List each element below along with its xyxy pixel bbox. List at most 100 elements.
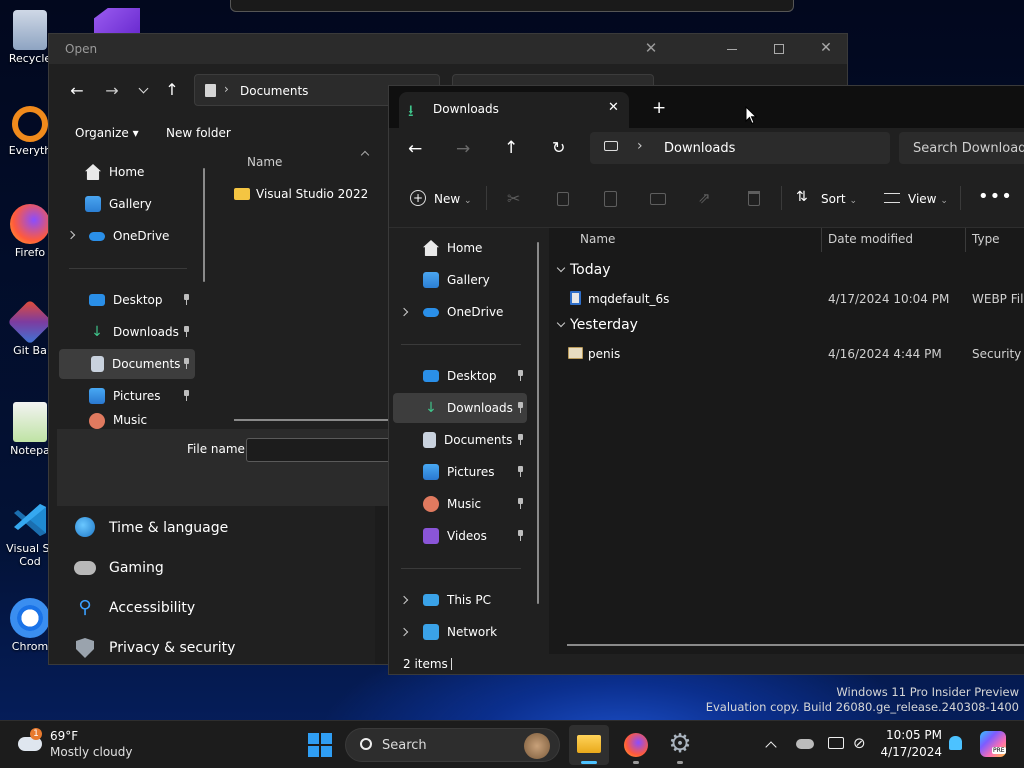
onedrive-offline-icon[interactable]: [796, 739, 814, 749]
settings-item-accessibility[interactable]: Accessibility: [109, 600, 195, 616]
settings-item-gaming[interactable]: Gaming: [109, 560, 164, 576]
file-date: 4/16/2024 4:44 PM: [828, 347, 942, 361]
file-name-input[interactable]: [246, 438, 396, 462]
gamepad-icon: [74, 561, 96, 575]
nav-onedrive[interactable]: OneDrive: [423, 297, 543, 327]
sort-button[interactable]: Sort ⌄: [821, 192, 857, 206]
dialog-nav-desktop[interactable]: Desktop: [89, 285, 193, 315]
paste-icon[interactable]: [604, 191, 617, 207]
settings-item-time-language[interactable]: Time & language: [109, 520, 228, 536]
column-header-name[interactable]: Name: [580, 232, 615, 246]
copy-icon[interactable]: [557, 192, 569, 206]
notification-bell-icon[interactable]: [949, 736, 962, 750]
column-divider: [821, 228, 822, 252]
nav-gallery[interactable]: Gallery: [423, 265, 543, 295]
settings-item-privacy-security[interactable]: Privacy & security: [109, 640, 235, 656]
horizontal-scrollbar[interactable]: [567, 644, 1024, 646]
recycle-bin-icon: [13, 10, 47, 50]
new-folder-button[interactable]: New folder: [166, 126, 231, 140]
new-button[interactable]: New ⌄: [434, 192, 472, 206]
file-row-visual-studio[interactable]: Visual Studio 2022: [234, 184, 368, 204]
close-button[interactable]: ✕: [643, 39, 659, 57]
nav-music[interactable]: Music: [423, 489, 527, 519]
recent-chevron-icon[interactable]: [138, 83, 149, 94]
search-input[interactable]: Search Downloads: [913, 141, 1024, 156]
taskbar-file-explorer[interactable]: [569, 725, 609, 765]
weather-widget[interactable]: 1 69°F Mostly cloudy: [14, 727, 134, 763]
nav-pictures[interactable]: Pictures: [423, 457, 527, 487]
nav-network[interactable]: Network: [423, 617, 543, 647]
tab-downloads[interactable]: ⭳ Downloads ✕: [399, 92, 629, 128]
file-type: WEBP File: [972, 292, 1024, 306]
nav-scrollbar[interactable]: [203, 168, 205, 282]
file-name-label: File name:: [187, 442, 249, 456]
back-arrow-icon[interactable]: ←: [408, 139, 422, 159]
column-header-name[interactable]: Name: [247, 155, 282, 169]
rename-icon[interactable]: [650, 193, 666, 205]
network-disconnected-icon[interactable]: ⊘: [853, 734, 866, 752]
dialog-nav-downloads[interactable]: ↓ Downloads: [89, 317, 193, 347]
start-button[interactable]: [308, 733, 332, 757]
globe-clock-icon: [75, 517, 95, 537]
dialog-nav-gallery[interactable]: Gallery: [85, 189, 195, 219]
toolbar-separator: [486, 186, 487, 210]
minimize-button[interactable]: [727, 49, 737, 50]
expand-chevron-icon[interactable]: [66, 230, 76, 240]
nav-desktop[interactable]: Desktop: [423, 361, 527, 391]
organize-button[interactable]: Organize ▾: [75, 126, 139, 140]
dialog-nav-documents[interactable]: Documents: [59, 349, 195, 379]
git-bash-icon: [7, 299, 53, 345]
view-button[interactable]: View ⌄: [908, 192, 948, 206]
nav-documents[interactable]: Documents: [423, 425, 527, 455]
back-arrow-icon[interactable]: ←: [69, 81, 85, 100]
up-arrow-icon[interactable]: ↑: [164, 80, 180, 99]
breadcrumb-chevron-icon: ›: [637, 138, 643, 154]
nav-home[interactable]: Home: [423, 233, 543, 263]
column-header-date[interactable]: Date modified: [828, 232, 913, 246]
tab-close-icon[interactable]: ✕: [608, 100, 619, 115]
visual-studio-icon[interactable]: [94, 8, 140, 34]
forward-arrow-icon[interactable]: →: [456, 139, 470, 159]
taskbar-settings[interactable]: ⚙: [660, 725, 700, 765]
accessibility-person-icon: ⚲: [78, 596, 92, 618]
clock-time[interactable]: 10:05 PM: [884, 728, 942, 742]
share-icon[interactable]: ⇗: [698, 189, 711, 207]
dialog-nav-onedrive[interactable]: OneDrive: [89, 221, 199, 251]
sort-arrows-icon: ⇅: [796, 189, 808, 205]
clock-date[interactable]: 4/17/2024: [876, 745, 942, 759]
cut-icon[interactable]: ✂: [507, 189, 520, 208]
delete-icon[interactable]: [748, 191, 760, 206]
taskbar-firefox[interactable]: [616, 725, 656, 765]
new-tab-plus-icon[interactable]: +: [652, 98, 666, 118]
pin-icon: [515, 466, 525, 478]
taskbar-search-box[interactable]: Search: [345, 728, 560, 762]
home-icon: [85, 164, 101, 180]
horizontal-scrollbar[interactable]: [234, 419, 394, 421]
file-row[interactable]: mqdefault_6s 4/17/2024 10:04 PM WEBP Fil…: [567, 289, 1024, 309]
dialog-nav-home[interactable]: Home: [85, 157, 195, 187]
toolbar-separator: [960, 186, 961, 210]
search-box[interactable]: Search Downloads: [899, 132, 1024, 164]
maximize-button[interactable]: [774, 44, 784, 54]
show-hidden-icons-chevron-icon[interactable]: [765, 741, 777, 753]
up-arrow-icon[interactable]: ↑: [504, 138, 518, 158]
group-header-today[interactable]: Today: [570, 262, 611, 278]
file-row[interactable]: penis 4/16/2024 4:44 PM Security C: [567, 344, 1024, 364]
refresh-icon[interactable]: ↻: [552, 138, 565, 157]
display-icon[interactable]: [828, 737, 844, 749]
nav-this-pc[interactable]: This PC: [423, 585, 543, 615]
close-window-button[interactable]: ✕: [818, 40, 834, 56]
dialog-nav-music[interactable]: Music: [89, 413, 193, 429]
copilot-button[interactable]: PRE: [980, 731, 1006, 757]
dialog-nav-pictures[interactable]: Pictures: [89, 381, 193, 411]
more-options-icon[interactable]: •••: [978, 186, 1013, 207]
sort-up-icon[interactable]: [360, 150, 370, 160]
forward-arrow-icon[interactable]: →: [104, 81, 120, 100]
address-bar[interactable]: › Downloads: [590, 132, 890, 164]
view-lines-icon: [884, 193, 900, 203]
nav-videos[interactable]: Videos: [423, 521, 527, 551]
column-header-type[interactable]: Type: [972, 232, 1000, 246]
nav-downloads[interactable]: ↓ Downloads: [393, 393, 527, 423]
nav-scrollbar[interactable]: [537, 242, 539, 604]
group-header-yesterday[interactable]: Yesterday: [570, 317, 638, 333]
